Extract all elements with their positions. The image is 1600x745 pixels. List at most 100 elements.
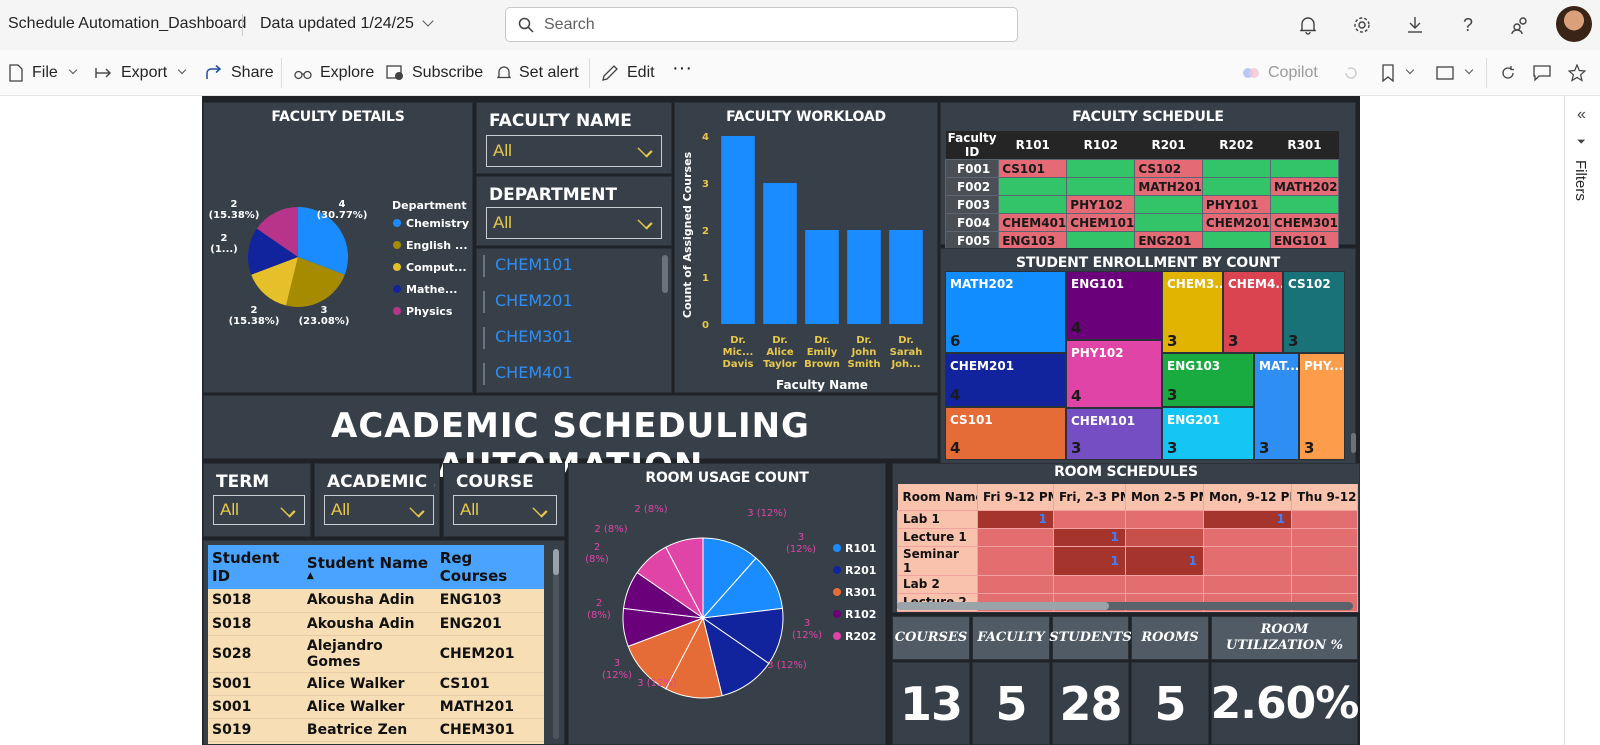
treemap-tile[interactable]: MAT... 3 [1254, 353, 1299, 460]
share-button[interactable]: Share [205, 63, 274, 83]
column-header[interactable]: R301 [1270, 131, 1339, 160]
table-row[interactable]: S019Beatrice ZenENG101 [208, 741, 544, 744]
gear-icon[interactable] [1350, 13, 1374, 37]
table-row[interactable]: S018 Akousha Adin ENG201 [208, 612, 544, 636]
table-row[interactable]: Lab 111 [897, 509, 1358, 529]
table-row[interactable]: S001 Alice Walker CS101 [208, 672, 544, 696]
table-row[interactable]: F004 CHEM401 CHEM101 CHEM201 CHEM301 [944, 213, 1340, 232]
column-header[interactable]: Thu 9-12 [1291, 484, 1358, 510]
student-enrollment-treemap[interactable]: MATH202 6 ENG101 4 CHEM3... 3 CHEM4... 3 CS102 3 C… [945, 271, 1353, 467]
term-slicer[interactable]: TERM All [203, 463, 311, 537]
table-row[interactable]: Seminar 1 11 [897, 545, 1358, 576]
faculty-workload-card[interactable]: FACULTY WORKLOAD 0 1 2 3 4 Count of Assigned … [674, 102, 938, 393]
feedback-icon[interactable] [1508, 13, 1532, 37]
treemap-tile[interactable]: ENG101 4 [1066, 271, 1162, 340]
column-header[interactable]: R102 [1066, 131, 1135, 160]
course-list-item[interactable]: CHEM201 [483, 291, 653, 313]
faculty-schedule-card[interactable]: FACULTY SCHEDULE Faculty ID R101 R102 R201 R… [940, 102, 1356, 250]
student-enrollment-card[interactable]: STUDENT ENROLLMENT BY COUNT MATH202 6 ENG1… [940, 248, 1356, 470]
filters-label[interactable]: Filters [1572, 160, 1589, 201]
faculty-schedule-table[interactable]: Faculty ID R101 R102 R201 R202 R301 F001 CS101 C… [944, 131, 1340, 250]
column-header[interactable]: Reg Courses [435, 545, 544, 589]
table-row[interactable]: F003 PHY102 PHY101 [944, 195, 1340, 214]
download-icon[interactable] [1403, 13, 1427, 37]
room-usage-card[interactable]: ROOM USAGE COUNT 3 (12%) 3 (12%) 3 (12%) 3 (1… [568, 463, 886, 745]
treemap-tile[interactable]: CHEM101 3 [1066, 408, 1162, 460]
column-header[interactable]: Fri, 2-3 PM [1053, 484, 1126, 510]
column-header[interactable]: R101 [998, 131, 1067, 160]
table-row[interactable]: F002 MATH201 MATH202 [944, 177, 1340, 196]
bookmark-menu[interactable] [1381, 63, 1415, 83]
column-header[interactable]: R202 [1202, 131, 1271, 160]
comment-icon[interactable] [1533, 63, 1559, 83]
scrollbar-track[interactable] [553, 549, 559, 739]
course-list-item[interactable]: CHEM301 [483, 327, 653, 349]
scrollbar[interactable] [662, 255, 668, 293]
column-header[interactable]: Faculty ID [945, 131, 999, 160]
workload-bar[interactable] [889, 230, 923, 324]
explore-button[interactable]: Explore [294, 63, 374, 83]
table-row[interactable]: Lecture 1 1 [897, 527, 1358, 547]
faculty-details-pie-chart[interactable]: 4 (30.77%)3 (23.08%)2 (15.38%)2 (1...)2 (15.3… [204, 131, 474, 391]
column-header[interactable]: Room Name [897, 484, 978, 510]
treemap-tile[interactable]: PHY... 3 [1299, 353, 1345, 460]
department-slicer[interactable]: DEPARTMENT All [476, 176, 672, 246]
view-menu[interactable] [1436, 63, 1474, 83]
treemap-tile[interactable]: ENG201 3 [1162, 407, 1254, 460]
treemap-tile[interactable]: ENG103 3 [1162, 353, 1254, 407]
column-header[interactable]: R201 [1134, 131, 1203, 160]
column-header[interactable]: Fri 9-12 PM [977, 484, 1054, 510]
column-header[interactable]: Mon 2-5 PM [1125, 484, 1204, 510]
treemap-tile[interactable]: MATH202 6 [945, 271, 1066, 353]
collapse-chevron-icon[interactable]: « [1577, 106, 1586, 124]
table-row[interactable]: S028 Alejandro Gomes CHEM201 [208, 635, 544, 673]
report-title[interactable]: Schedule Automation_Dashboard [8, 15, 246, 33]
help-icon[interactable]: ? [1456, 13, 1480, 37]
faculty-name-slicer[interactable]: FACULTY NAME All [476, 102, 672, 174]
avatar[interactable] [1556, 6, 1592, 42]
table-row[interactable]: S018 Akousha Adin ENG103 [208, 589, 544, 613]
treemap-tile[interactable]: CS102 3 [1283, 271, 1345, 353]
department-dropdown[interactable]: All [486, 207, 662, 239]
faculty-details-card[interactable]: FACULTY DETAILS 4 (30.77%) 3 (23.08%) 2 (15.3… [203, 102, 473, 393]
search-input[interactable]: Search [505, 7, 1018, 42]
table-row[interactable]: S001 Alice Walker MATH201 [208, 695, 544, 719]
export-menu[interactable]: Export [95, 63, 187, 83]
room-schedules-table[interactable]: Room Name Fri 9-12 PM Fri, 2-3 PM Mon 2-5 P… [897, 484, 1358, 612]
students-table[interactable]: Student ID Student Name ▲ Reg Courses S018 Ak… [208, 545, 544, 744]
treemap-tile[interactable]: CHEM3... 3 [1162, 271, 1223, 353]
academic-slicer[interactable]: ACADEMIC ... All [314, 463, 440, 537]
treemap-tile[interactable]: CHEM4... 3 [1223, 271, 1283, 353]
academic-dropdown[interactable]: All [324, 495, 434, 525]
file-menu[interactable]: File [8, 63, 78, 83]
faculty-name-dropdown[interactable]: All [486, 135, 662, 167]
favorite-star-icon[interactable] [1568, 63, 1594, 83]
subscribe-button[interactable]: Subscribe [386, 63, 483, 83]
set-alert-button[interactable]: Set alert [497, 63, 579, 83]
table-row[interactable]: Lab 2 [897, 574, 1358, 594]
workload-bar[interactable] [847, 230, 881, 324]
more-options-icon[interactable]: ··· [672, 57, 692, 79]
course-list-slicer[interactable]: CHEM101 CHEM201 CHEM301 CHEM401 [476, 248, 672, 393]
treemap-tile[interactable]: CHEM201 4 [945, 353, 1066, 407]
refresh-icon[interactable] [1500, 63, 1524, 83]
course-slicer[interactable]: COURSE All [443, 463, 565, 537]
column-header[interactable]: Student ID [208, 545, 303, 589]
horizontal-scrollbar[interactable] [897, 602, 1109, 610]
data-updated-dropdown[interactable]: Data updated 1/24/25 [260, 15, 434, 33]
copilot-button[interactable]: Copilot [1242, 63, 1318, 83]
edit-button[interactable]: Edit [601, 63, 655, 83]
table-row[interactable]: F001 CS101 CS102 [944, 159, 1340, 178]
workload-bar[interactable] [763, 183, 797, 324]
workload-bar[interactable] [805, 230, 839, 324]
column-header[interactable]: Mon, 9-12 PM [1203, 484, 1292, 510]
course-dropdown[interactable]: All [453, 495, 557, 525]
reset-icon[interactable] [1343, 63, 1367, 83]
students-card[interactable]: Student ID Student Name ▲ Reg Courses S018 Ak… [203, 540, 565, 745]
course-list-item[interactable]: CHEM101 [483, 255, 653, 277]
table-row[interactable]: F005 ENG103 ENG201 ENG101 [944, 231, 1340, 250]
column-header[interactable]: Student Name ▲ [302, 545, 436, 589]
workload-bar[interactable] [721, 136, 755, 324]
bell-icon[interactable] [1296, 13, 1320, 37]
table-row[interactable]: S019 Beatrice Zen CHEM301 [208, 718, 544, 742]
